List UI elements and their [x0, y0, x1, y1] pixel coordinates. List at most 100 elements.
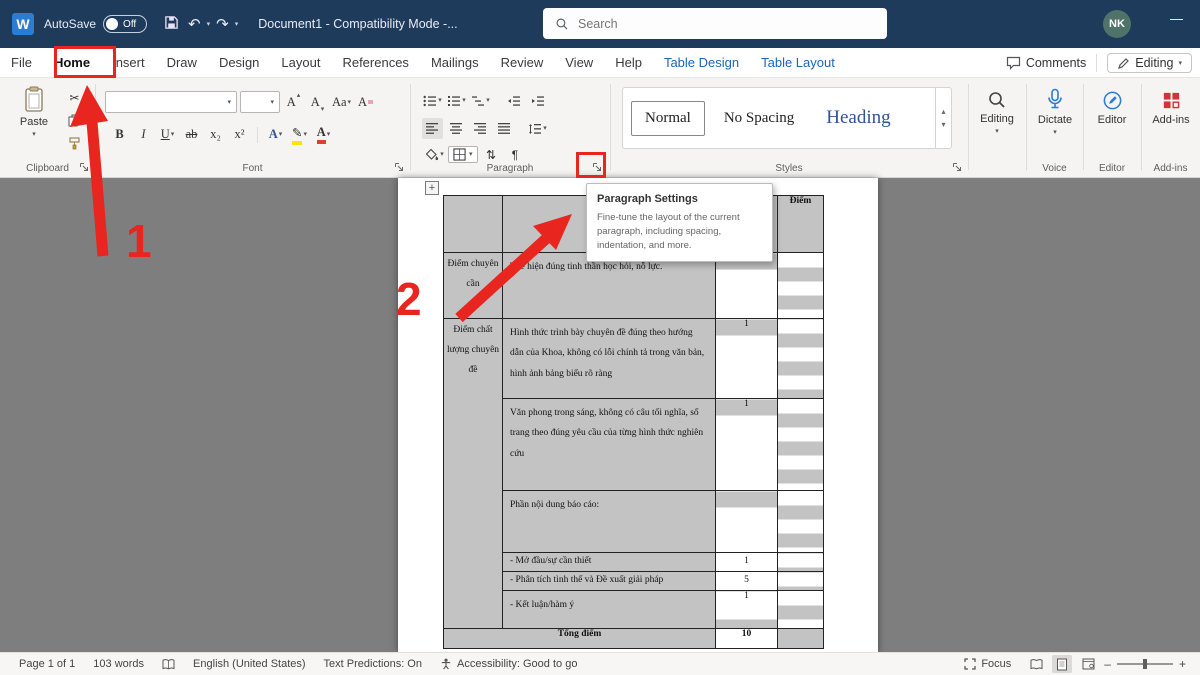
numbering-button[interactable]: ▾ [446, 90, 467, 111]
tab-design[interactable]: Design [208, 48, 270, 77]
search-box[interactable] [543, 8, 887, 39]
style-normal[interactable]: Normal [631, 101, 705, 136]
decrease-indent-button[interactable] [503, 90, 524, 111]
tab-layout[interactable]: Layout [270, 48, 331, 77]
copy-button[interactable] [64, 110, 85, 131]
table-move-handle[interactable]: + [425, 181, 439, 195]
language-indicator[interactable]: English (United States) [184, 658, 315, 670]
sort-button[interactable]: ⇅ [481, 144, 502, 165]
total-score-cell[interactable]: 10 [716, 629, 778, 649]
search-input[interactable] [578, 17, 838, 31]
shading-button[interactable]: ▾ [424, 144, 445, 165]
align-left-button[interactable] [422, 118, 443, 139]
font-size-combo[interactable]: ▾ [240, 91, 280, 113]
save-icon[interactable] [161, 14, 182, 35]
align-right-button[interactable] [470, 118, 491, 139]
criteria-cell[interactable]: Văn phong trong sáng, không có câu tối n… [503, 399, 716, 491]
styles-dialog-launcher[interactable] [950, 160, 964, 174]
total-label-cell[interactable]: Tổng điểm [444, 629, 716, 649]
table-cell[interactable] [778, 399, 824, 491]
bold-button[interactable]: B [109, 124, 130, 145]
grow-font-button[interactable]: A▴ [283, 92, 304, 113]
zoom-slider[interactable] [1117, 663, 1173, 665]
score-cell[interactable] [716, 491, 778, 553]
borders-button[interactable]: ▾ [448, 146, 478, 163]
web-layout-button[interactable] [1078, 655, 1098, 673]
table-cell[interactable] [778, 572, 824, 591]
comments-button[interactable]: Comments [1006, 56, 1086, 70]
editor-button[interactable]: Editor [1090, 90, 1134, 126]
minimize-button[interactable]: — [1160, 6, 1193, 31]
show-formatting-marks-button[interactable]: ¶ [505, 144, 526, 165]
line-spacing-button[interactable]: ▾ [527, 118, 548, 139]
tab-table-design[interactable]: Table Design [653, 48, 750, 77]
table-cell[interactable] [444, 196, 503, 253]
criteria-cell[interactable]: - Kết luận/hàm ý [503, 591, 716, 629]
zoom-in-button[interactable]: + [1179, 657, 1186, 671]
score-cell[interactable]: 1 [716, 399, 778, 491]
criteria-cell[interactable]: Thể hiện đúng tinh thần học hỏi, nỗ lực. [503, 253, 716, 319]
undo-icon[interactable]: ↶ [185, 14, 204, 34]
tab-table-layout[interactable]: Table Layout [750, 48, 846, 77]
styles-gallery-more-button[interactable]: ▴ ▾ [935, 88, 951, 148]
clipboard-dialog-launcher[interactable] [77, 160, 91, 174]
align-center-button[interactable] [446, 118, 467, 139]
shrink-font-button[interactable]: A▾ [307, 92, 328, 113]
tab-file[interactable]: File [0, 48, 43, 77]
multilevel-list-button[interactable]: ▾ [470, 90, 491, 111]
criteria-cell[interactable]: Hình thức trình bày chuyên đề đúng theo … [503, 319, 716, 399]
accessibility-status[interactable]: Accessibility: Good to go [431, 658, 586, 670]
read-mode-button[interactable] [1026, 655, 1046, 673]
criteria-cell[interactable]: - Phân tích tình thế và Đề xuất giải phá… [503, 572, 716, 591]
justify-button[interactable] [494, 118, 515, 139]
superscript-button[interactable]: x² [229, 124, 250, 145]
score-cell[interactable]: 1 [716, 319, 778, 399]
word-count[interactable]: 103 words [84, 658, 153, 670]
criteria-cell[interactable]: Phần nội dung báo cáo: [503, 491, 716, 553]
category-cell[interactable]: Điểm chất lượng chuyên đề [444, 319, 503, 629]
subscript-button[interactable]: x₂ [205, 124, 226, 145]
style-heading[interactable]: Heading [813, 99, 903, 137]
avatar[interactable]: NK [1103, 10, 1131, 38]
increase-indent-button[interactable] [527, 90, 548, 111]
paste-button[interactable]: Paste ▾ [12, 86, 56, 138]
dictate-button[interactable]: Dictate ▾ [1033, 88, 1077, 136]
bullets-button[interactable]: ▾ [422, 90, 443, 111]
zoom-out-button[interactable]: – [1104, 657, 1111, 671]
redo-icon[interactable]: ↷ [213, 14, 232, 34]
word-logo-icon[interactable]: W [12, 13, 34, 35]
proofing-status[interactable] [153, 659, 184, 670]
cut-button[interactable]: ✂ [64, 87, 85, 108]
italic-button[interactable]: I [133, 124, 154, 145]
document-title[interactable]: Document1 - Compatibility Mode -... [258, 17, 457, 31]
editing-button[interactable]: Editing ▾ [975, 90, 1019, 135]
font-name-combo[interactable]: ▾ [105, 91, 237, 113]
strikethrough-button[interactable]: ab [181, 124, 202, 145]
score-cell[interactable]: 1 [716, 553, 778, 572]
category-cell[interactable]: Điểm chuyên cần [444, 253, 503, 319]
tab-insert[interactable]: Insert [101, 48, 156, 77]
criteria-cell[interactable]: - Mở đầu/sự cần thiết [503, 553, 716, 572]
table-cell[interactable] [778, 491, 824, 553]
style-no-spacing[interactable]: No Spacing [711, 102, 807, 135]
score-cell[interactable]: 1 [716, 253, 778, 319]
table-cell[interactable] [778, 319, 824, 399]
table-cell[interactable] [778, 591, 824, 629]
tab-review[interactable]: Review [490, 48, 555, 77]
paragraph-dialog-launcher[interactable] [590, 160, 604, 174]
tab-view[interactable]: View [554, 48, 604, 77]
score-cell[interactable]: 1 [716, 591, 778, 629]
qat-more-icon[interactable]: ▾ [235, 20, 239, 28]
editing-mode-button[interactable]: Editing ▾ [1107, 53, 1192, 73]
underline-button[interactable]: U▾ [157, 124, 178, 145]
change-case-button[interactable]: Aa▾ [331, 92, 352, 113]
page-indicator[interactable]: Page 1 of 1 [10, 658, 84, 670]
score-cell[interactable]: 5 [716, 572, 778, 591]
zoom-slider-knob[interactable] [1143, 659, 1147, 669]
font-color-button[interactable]: A▾ [313, 124, 334, 145]
table-cell[interactable] [778, 253, 824, 319]
highlight-color-button[interactable]: ✎▾ [289, 124, 310, 145]
tab-draw[interactable]: Draw [156, 48, 208, 77]
print-layout-button[interactable] [1052, 655, 1072, 673]
text-predictions-indicator[interactable]: Text Predictions: On [315, 658, 431, 670]
